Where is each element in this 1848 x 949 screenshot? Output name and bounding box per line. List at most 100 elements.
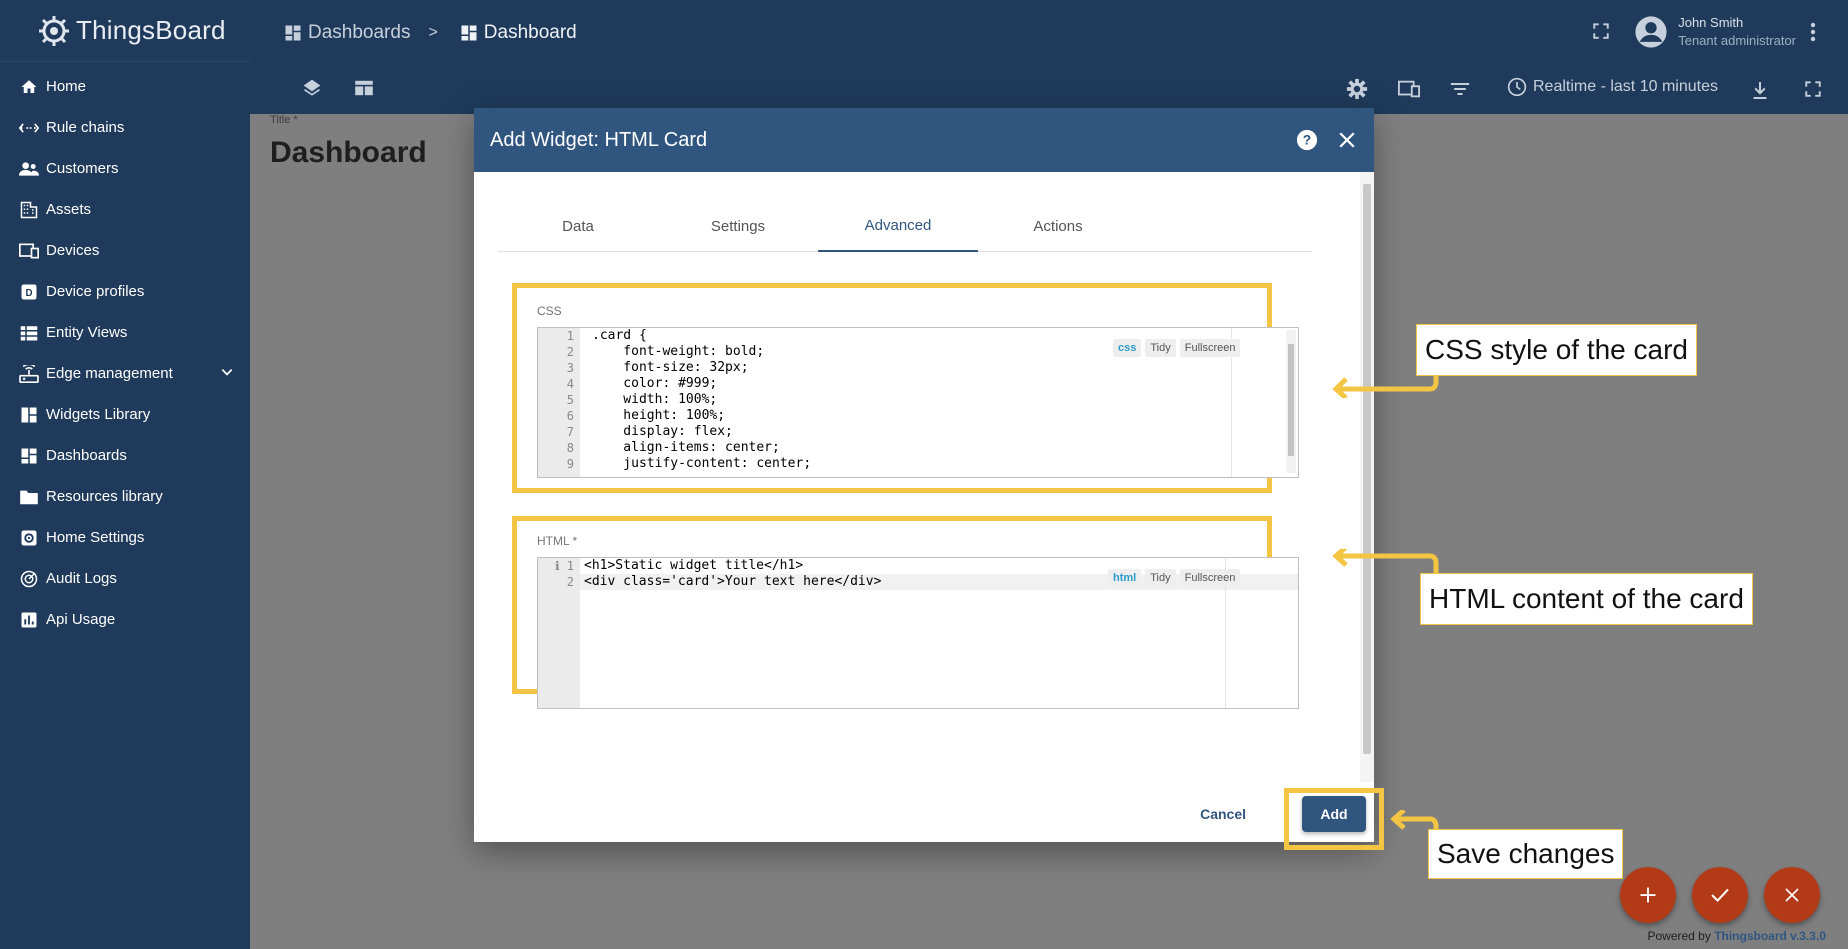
powered-prefix: Powered by [1647,929,1711,943]
layouts-icon[interactable] [354,80,374,96]
sidebar-item-devices[interactable]: Devices [0,230,250,271]
code-line: height: 100%; [592,408,726,423]
sidebar-nav: Home Rule chains Customers Assets Device… [0,66,250,640]
assets-icon [18,199,40,221]
sidebar-item-rule-chains[interactable]: Rule chains [0,107,250,148]
dashboards-icon [460,24,478,42]
breadcrumb-separator: > [428,24,438,41]
entity-alias-icon[interactable] [1398,80,1420,98]
sidebar-item-label: Devices [46,242,100,259]
html-fullscreen-button[interactable]: Fullscreen [1179,569,1241,587]
app-name: ThingsBoard [76,15,226,45]
logo[interactable]: ThingsBoard [0,0,250,62]
sidebar-item-label: Home Settings [46,529,145,546]
dashboards-icon [284,24,302,42]
sidebar-item-dashboards[interactable]: Dashboards [0,435,250,476]
tab-actions[interactable]: Actions [978,200,1138,252]
sidebar-item-label: Api Usage [46,611,116,628]
fullscreen-icon[interactable] [1592,22,1610,40]
html-mode-label: html [1108,569,1142,587]
sidebar-item-widgets-library[interactable]: Widgets Library [0,394,250,435]
settings-icon [18,527,40,549]
sidebar-item-home[interactable]: Home [0,66,250,107]
tab-data[interactable]: Data [498,200,658,252]
expand-icon[interactable] [1804,80,1822,98]
code-line: width: 100%; [592,392,718,407]
sidebar-item-customers[interactable]: Customers [0,148,250,189]
sidebar-item-label: Audit Logs [46,570,117,587]
sidebar-item-edge-management[interactable]: Edge management [0,353,250,394]
sidebar-item-home-settings[interactable]: Home Settings [0,517,250,558]
sidebar-item-assets[interactable]: Assets [0,189,250,230]
html-tidy-button[interactable]: Tidy [1145,569,1176,587]
check-icon [1711,888,1729,903]
powered-brand-link[interactable]: Thingsboard v.3.3.0 [1714,929,1826,943]
dialog-scrollbar[interactable] [1360,172,1374,782]
tab-settings[interactable]: Settings [658,200,818,252]
code-line: display: flex; [592,424,733,439]
devices-icon [18,240,40,262]
clock-icon [1507,77,1527,97]
css-editor[interactable]: 1 2 3 4 5 6 7 8 9 .card { font-weight: b… [537,327,1299,478]
add-highlight-box [1284,788,1384,850]
sidebar-item-label: Resources library [46,488,163,505]
timewindow-selector[interactable]: Realtime - last 10 minutes [1507,77,1718,97]
page-title[interactable]: Dashboard [270,136,427,170]
sidebar-item-device-profiles[interactable]: D Device profiles [0,271,250,312]
plus-icon [1640,887,1656,903]
thingsboard-logo-icon [39,15,69,46]
sidebar-item-entity-views[interactable]: Entity Views [0,312,250,353]
code-line: .card { [592,328,647,343]
css-fullscreen-button[interactable]: Fullscreen [1179,339,1241,357]
dashboards-icon [18,445,40,467]
code-line: <h1>Static widget title</h1> [584,558,804,573]
cancel-button[interactable]: Cancel [1200,806,1246,822]
layers-icon[interactable] [302,78,322,98]
sidebar-item-label: Device profiles [46,283,145,300]
filter-icon[interactable] [1450,82,1470,96]
chevron-down-icon[interactable] [220,365,234,379]
breadcrumb-parent[interactable]: Dashboards [308,22,410,44]
code-line: color: #999; [592,376,718,391]
customers-icon [18,158,40,180]
add-widget-fab[interactable] [1620,867,1676,923]
sidebar-item-label: Entity Views [46,324,128,341]
timewindow-label: Realtime - last 10 minutes [1533,78,1718,95]
help-icon[interactable]: ? [1296,129,1318,151]
css-tidy-button[interactable]: Tidy [1145,339,1176,357]
breadcrumb-current: Dashboard [483,22,577,43]
close-icon[interactable] [1338,131,1356,149]
avatar [1635,16,1667,48]
folder-icon [18,486,40,508]
more-vert-icon[interactable] [1810,22,1816,42]
home-icon [18,76,40,98]
code-line: font-weight: bold; [592,344,765,359]
dialog-tabs: Data Settings Advanced Actions [498,200,1312,252]
sidebar-item-label: Dashboards [46,447,127,464]
settings-icon[interactable] [1346,78,1368,100]
sidebar-item-label: Assets [46,201,92,218]
powered-by: Powered by Thingsboard v.3.3.0 [1647,929,1826,943]
dialog-header: Add Widget: HTML Card ? [474,108,1374,172]
css-editor-scrollbar[interactable] [1286,330,1296,473]
sidebar: ThingsBoard Home Rule chains Customers A… [0,0,250,949]
decline-changes-fab[interactable] [1764,867,1820,923]
close-icon [1785,888,1799,902]
sidebar-item-label: Widgets Library [46,406,151,423]
code-line: align-items: center; [592,440,780,455]
tab-advanced[interactable]: Advanced [818,200,978,252]
sidebar-item-api-usage[interactable]: Api Usage [0,599,250,640]
code-line: justify-content: center; [592,456,812,471]
html-editor[interactable]: ℹ 1 2 <h1>Static widget title</h1> <div … [537,557,1299,709]
css-mode-label: css [1113,339,1142,357]
user-menu[interactable]: John Smith Tenant administrator [1634,14,1796,50]
chart-icon [18,609,40,631]
user-role: Tenant administrator [1678,33,1796,48]
download-icon[interactable] [1752,80,1768,100]
sidebar-item-resources-library[interactable]: Resources library [0,476,250,517]
apply-changes-fab[interactable] [1692,867,1748,923]
sidebar-item-audit-logs[interactable]: Audit Logs [0,558,250,599]
breadcrumb: Dashboards > Dashboard [284,22,577,44]
sidebar-item-label: Edge management [46,365,173,382]
sidebar-item-label: Customers [46,160,119,177]
